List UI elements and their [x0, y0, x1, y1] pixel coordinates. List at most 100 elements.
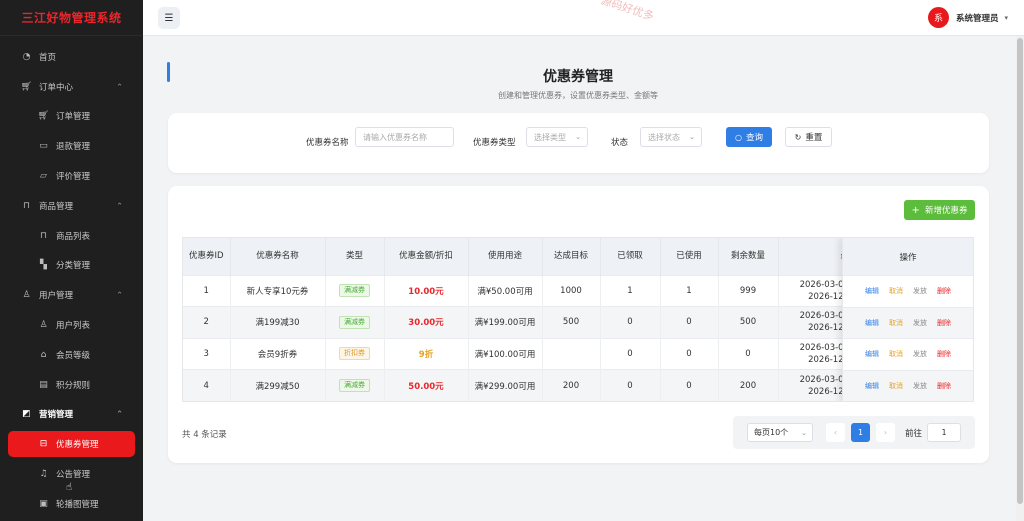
goto-page-input[interactable]: 1: [927, 423, 961, 442]
edit-link[interactable]: 编辑: [865, 286, 879, 296]
page-subtitle: 创建和管理优惠券，设置优惠券类型、金额等: [498, 91, 658, 100]
sidebar-item-member-levels[interactable]: ⌂ 会员等级: [0, 340, 143, 370]
cart-icon: 🛒︎: [20, 81, 33, 92]
chevron-down-icon: ⌄: [801, 428, 807, 437]
sidebar-item-points-rules[interactable]: ▤ 积分规则: [0, 370, 143, 400]
sidebar-item-categories[interactable]: ▚ 分类管理: [0, 251, 143, 281]
status-select[interactable]: 选择状态 ⌄: [640, 127, 702, 147]
col-header-remaining: 剩余数量: [718, 238, 779, 275]
row-actions: 编辑 取消 发放 删除: [843, 275, 973, 307]
sidebar-item-product-list[interactable]: ⊓ 商品列表: [0, 221, 143, 251]
sidebar-item-label: 商品列表: [56, 231, 91, 242]
sidebar-item-label: 优惠券管理: [56, 440, 99, 451]
cancel-link[interactable]: 取消: [889, 349, 903, 359]
sidebar-item-home[interactable]: ◔ 首页: [0, 42, 143, 72]
sidebar-nav: ◔ 首页 🛒︎ 订单中心 ⌃ 🛒︎ 订单管理 ▭ 退款管理 ▱ 评价管理 ⊓ 商…: [0, 36, 143, 519]
col-header-actions: 操作: [843, 238, 973, 275]
sidebar-item-products[interactable]: ⊓ 商品管理 ⌃: [0, 191, 143, 221]
issue-link[interactable]: 发放: [913, 286, 927, 296]
comment-icon: ▱: [40, 171, 47, 182]
cell-used: 0: [660, 337, 719, 370]
sidebar-item-label: 营销管理: [39, 410, 74, 421]
coupon-type-placeholder: 选择类型: [534, 132, 566, 142]
col-header-type: 类型: [325, 238, 385, 275]
sidebar-item-users[interactable]: ♙ 用户管理 ⌃: [0, 280, 143, 310]
issue-link[interactable]: 发放: [913, 349, 927, 359]
cancel-link[interactable]: 取消: [889, 381, 903, 391]
cell-name: 新人专享10元券: [230, 274, 326, 307]
delete-link[interactable]: 删除: [937, 286, 951, 296]
edit-link[interactable]: 编辑: [865, 381, 879, 391]
member-icon: ⌂: [40, 349, 47, 360]
sidebar-item-label: 商品管理: [39, 201, 74, 212]
sidebar-item-banners[interactable]: ▣ 轮播图管理: [0, 489, 143, 519]
page-number-current[interactable]: 1: [851, 423, 870, 442]
sidebar-item-label: 分类管理: [56, 261, 91, 272]
refresh-icon: ↻: [794, 132, 802, 142]
user-name[interactable]: 系统管理员: [956, 12, 999, 24]
cell-name: 满299减50: [230, 369, 326, 401]
status-label: 状态: [611, 138, 629, 148]
cancel-link[interactable]: 取消: [889, 286, 903, 296]
cell-claimed: 0: [600, 306, 661, 338]
menu-icon: ☰: [164, 12, 174, 24]
delete-link[interactable]: 删除: [937, 349, 951, 359]
coupon-table: 优惠券ID 优惠券名称 类型 优惠金额/折扣 使用用途 达成目标 已领取 已使用…: [182, 237, 974, 402]
cell-name: 满199减30: [230, 306, 326, 338]
bell-icon: ♫: [39, 469, 48, 480]
user-icon: ♙: [22, 290, 31, 301]
user-menu[interactable]: 系 系统管理员 ▾: [927, 7, 1008, 28]
type-tag: 折扣券: [339, 347, 370, 361]
cart-icon: 🛒︎: [37, 111, 50, 122]
coupon-name-label: 优惠券名称: [306, 138, 349, 148]
status-placeholder: 选择状态: [648, 132, 680, 142]
scrollbar-thumb[interactable]: [1017, 38, 1023, 504]
card-icon: ▤: [39, 379, 48, 390]
actions-column: 操作 编辑 取消 发放 删除 编辑 取消 发放 删除 编辑 取消 发放 删除 编…: [842, 238, 973, 401]
sidebar-item-coupons[interactable]: ⊟ 优惠券管理: [8, 431, 135, 458]
coupon-type-select[interactable]: 选择类型 ⌄: [526, 127, 588, 147]
sidebar-item-label: 用户管理: [39, 291, 74, 302]
delete-link[interactable]: 删除: [937, 318, 951, 328]
mouse-cursor-icon: ☝: [66, 482, 73, 493]
search-button[interactable]: ○ 查询: [726, 127, 772, 147]
reset-button-label: 重置: [805, 133, 823, 143]
next-page-button[interactable]: ›: [876, 423, 895, 442]
sidebar-item-marketing[interactable]: ◩ 营销管理 ⌃: [0, 400, 143, 430]
cell-type: 满减券: [325, 274, 385, 307]
sidebar-item-refunds[interactable]: ▭ 退款管理: [0, 131, 143, 161]
cell-id: 4: [183, 369, 231, 401]
sidebar-item-reviews[interactable]: ▱ 评价管理: [0, 161, 143, 191]
pagination: 每页10个 ⌄ ‹ 1 › 前往 1: [733, 416, 975, 449]
sidebar-item-orders[interactable]: 🛒︎ 订单管理: [0, 102, 143, 132]
sidebar-item-order-center[interactable]: 🛒︎ 订单中心 ⌃: [0, 72, 143, 102]
cell-type: 折扣券: [325, 337, 385, 370]
prev-page-button[interactable]: ‹: [826, 423, 845, 442]
chevron-down-icon[interactable]: ▾: [1004, 14, 1008, 22]
coupon-table-panel: + 新增优惠券 优惠券ID 优惠券名称 类型 优惠金额/折扣 使用用途 达成目标…: [168, 186, 989, 463]
cell-remaining: 0: [718, 337, 779, 370]
reset-button[interactable]: ↻ 重置: [785, 127, 832, 147]
sidebar-item-user-list[interactable]: ♙ 用户列表: [0, 310, 143, 340]
cell-target: 200: [542, 369, 601, 401]
coupon-name-input[interactable]: 请输入优惠券名称: [355, 127, 454, 147]
delete-link[interactable]: 删除: [937, 381, 951, 391]
edit-link[interactable]: 编辑: [865, 349, 879, 359]
issue-link[interactable]: 发放: [913, 381, 927, 391]
cell-amount: 10.00元: [384, 274, 469, 307]
avatar[interactable]: 系: [927, 7, 949, 28]
chevron-right-icon: ›: [883, 428, 888, 437]
cancel-link[interactable]: 取消: [889, 318, 903, 328]
edit-link[interactable]: 编辑: [865, 318, 879, 328]
total-records: 共 4 条记录: [182, 430, 227, 440]
col-header-target: 达成目标: [542, 238, 601, 275]
add-coupon-button[interactable]: + 新增优惠券: [904, 200, 975, 220]
menu-toggle-button[interactable]: ☰: [158, 7, 180, 29]
issue-link[interactable]: 发放: [913, 318, 927, 328]
add-coupon-label: 新增优惠券: [924, 206, 968, 216]
page-size-select[interactable]: 每页10个 ⌄: [747, 423, 813, 442]
row-actions: 编辑 取消 发放 删除: [843, 369, 973, 401]
amount-value: 50.00元: [408, 381, 444, 392]
chart-icon: ◩: [22, 409, 31, 420]
col-header-amount: 优惠金额/折扣: [384, 238, 469, 275]
